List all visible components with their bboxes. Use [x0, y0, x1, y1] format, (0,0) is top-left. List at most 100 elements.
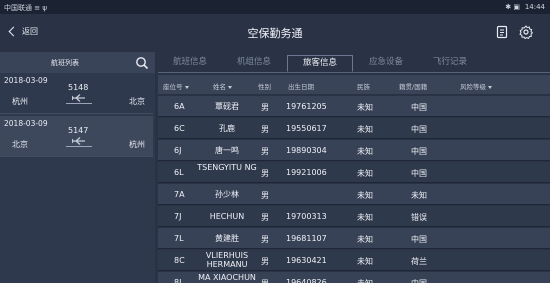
cell-ethnicity: 未知	[357, 103, 373, 112]
flight-origin: 杭州	[12, 97, 28, 106]
flight-number: 5148	[68, 83, 89, 92]
table-row[interactable]: 6C 孔鹿 男 19550617 未知 中国	[158, 118, 550, 139]
table-row[interactable]: 6L TSENGYITU NG 男 19921006 未知 中国	[158, 162, 550, 183]
cell-dob: 19700313	[286, 212, 327, 221]
clock: 14:44	[524, 3, 545, 11]
document-icon[interactable]	[495, 25, 509, 39]
cell-name: HECHUN	[209, 212, 245, 221]
cell-name: 覃砚君	[215, 102, 239, 111]
cell-ethnicity: 未知	[357, 125, 373, 134]
cell-gender: 男	[261, 125, 269, 134]
column-header-gender: 性别	[258, 83, 271, 91]
flight-list-panel: 航班列表 2018-03-09 5148 杭州 北京 2018-03-09 51…	[0, 52, 155, 283]
flight-list-header: 航班列表	[0, 52, 155, 73]
cell-name: 唐一鸣	[215, 146, 239, 155]
cell-ethnicity: 未知	[357, 235, 373, 244]
airplane-icon	[72, 94, 85, 102]
dropdown-caret-icon	[488, 85, 492, 89]
cell-seat: 7L	[174, 234, 184, 243]
cell-gender: 男	[261, 191, 269, 200]
airplane-icon	[72, 137, 85, 145]
sort-caret-icon	[228, 85, 232, 89]
table-row[interactable]: 7L 黄建胜 男 19681107 未知 中国	[158, 228, 550, 249]
column-header-seat[interactable]: 座位号	[163, 81, 189, 91]
sort-caret-icon	[184, 85, 189, 89]
cell-seat: 6J	[174, 146, 182, 155]
passenger-panel: 航班信息 机组信息 旅客信息 应急设备 飞行记录 座位号 姓名 性别 出生日期 …	[158, 52, 550, 283]
app-header: 返回 空保勤务通	[0, 14, 550, 50]
flight-list-title: 航班列表	[51, 59, 79, 67]
cell-seat: 6C	[174, 124, 185, 133]
system-icons: ✱ ▣	[505, 3, 520, 11]
flight-number: 5147	[68, 126, 89, 135]
cell-dob: 19890304	[286, 146, 327, 155]
tab-emergency-equipment[interactable]: 应急设备	[354, 55, 418, 72]
cell-nationality: 中国	[411, 235, 427, 244]
cell-seat: 7A	[174, 190, 185, 199]
status-bar: 中国联通 ≡ ψ ✱ ▣ 14:44	[0, 0, 550, 14]
table-row[interactable]: 8C VLIERHUIS HERMANU 男 19630421 未知 荷兰	[158, 250, 550, 271]
table-row[interactable]: 7J HECHUN 男 19700313 未知 错误	[158, 206, 550, 227]
cell-ethnicity: 未知	[357, 169, 373, 178]
column-header-name[interactable]: 姓名	[213, 81, 232, 91]
cell-nationality: 中国	[411, 278, 427, 283]
column-header-risk[interactable]: 风险等级	[460, 81, 492, 91]
search-icon[interactable]	[134, 55, 150, 71]
cell-gender: 男	[261, 169, 269, 178]
cell-seat: 6L	[174, 168, 184, 177]
column-header-nationality: 籍贯/国籍	[399, 83, 428, 91]
cell-dob: 19761205	[286, 102, 327, 111]
cell-dob: 19630421	[286, 256, 327, 265]
table-row[interactable]: 7A 孙少林 男 未知 未知	[158, 184, 550, 205]
tab-flight-info[interactable]: 航班信息	[158, 55, 222, 72]
cell-nationality: 未知	[411, 191, 427, 200]
flight-item-selected[interactable]: 2018-03-09 5147 北京 杭州	[0, 116, 153, 157]
table-header: 座位号 姓名 性别 出生日期 民族 籍贯/国籍 风险等级	[158, 75, 550, 94]
cell-gender: 男	[261, 213, 269, 222]
table-row[interactable]: 8J MA XIAOCHUN 男 19640826 未知 中国	[158, 272, 550, 283]
tab-crew-info[interactable]: 机组信息	[222, 55, 286, 72]
cell-gender: 男	[261, 257, 269, 266]
cell-ethnicity: 未知	[357, 213, 373, 222]
table-row[interactable]: 6J 唐一鸣 男 19890304 未知 中国	[158, 140, 550, 161]
tab-bar: 航班信息 机组信息 旅客信息 应急设备 飞行记录	[158, 52, 550, 73]
cell-name: VLIERHUIS HERMANU	[205, 251, 249, 269]
cell-ethnicity: 未知	[357, 191, 373, 200]
cell-nationality: 中国	[411, 147, 427, 156]
route-line	[66, 146, 92, 147]
tab-flight-log[interactable]: 飞行记录	[418, 55, 482, 72]
cell-nationality: 中国	[411, 125, 427, 134]
gear-icon[interactable]	[519, 25, 533, 39]
cell-gender: 男	[261, 147, 269, 156]
column-header-dob: 出生日期	[288, 83, 314, 91]
cell-gender: 男	[261, 103, 269, 112]
tab-passenger-info[interactable]: 旅客信息	[287, 55, 353, 72]
cell-seat: 8C	[174, 256, 185, 265]
column-header-ethnicity: 民族	[357, 83, 370, 91]
cell-name: 孔鹿	[219, 124, 235, 133]
route-line	[66, 103, 92, 104]
flight-date: 2018-03-09	[4, 76, 48, 85]
cell-dob: 19921006	[286, 168, 327, 177]
cell-dob: 19550617	[286, 124, 327, 133]
cell-nationality: 荷兰	[411, 257, 427, 266]
cell-seat: 6A	[174, 102, 185, 111]
cell-nationality: 中国	[411, 169, 427, 178]
flight-destination: 北京	[129, 97, 145, 106]
cell-name: 黄建胜	[215, 234, 239, 243]
flight-date: 2018-03-09	[4, 119, 48, 128]
flight-destination: 杭州	[129, 140, 145, 149]
cell-ethnicity: 未知	[357, 278, 373, 283]
cell-dob: 19640826	[286, 278, 327, 283]
flight-item[interactable]: 2018-03-09 5148 杭州 北京	[0, 73, 153, 114]
cell-ethnicity: 未知	[357, 257, 373, 266]
cell-name: TSENGYITU NG	[197, 163, 257, 172]
cell-nationality: 错误	[411, 213, 427, 222]
cell-ethnicity: 未知	[357, 147, 373, 156]
carrier-label: 中国联通 ≡ ψ	[4, 4, 47, 12]
table-row[interactable]: 6A 覃砚君 男 19761205 未知 中国	[158, 96, 550, 117]
cell-dob: 19681107	[286, 234, 327, 243]
cell-seat: 8J	[174, 278, 182, 283]
cell-seat: 7J	[174, 212, 182, 221]
cell-gender: 男	[261, 278, 269, 283]
